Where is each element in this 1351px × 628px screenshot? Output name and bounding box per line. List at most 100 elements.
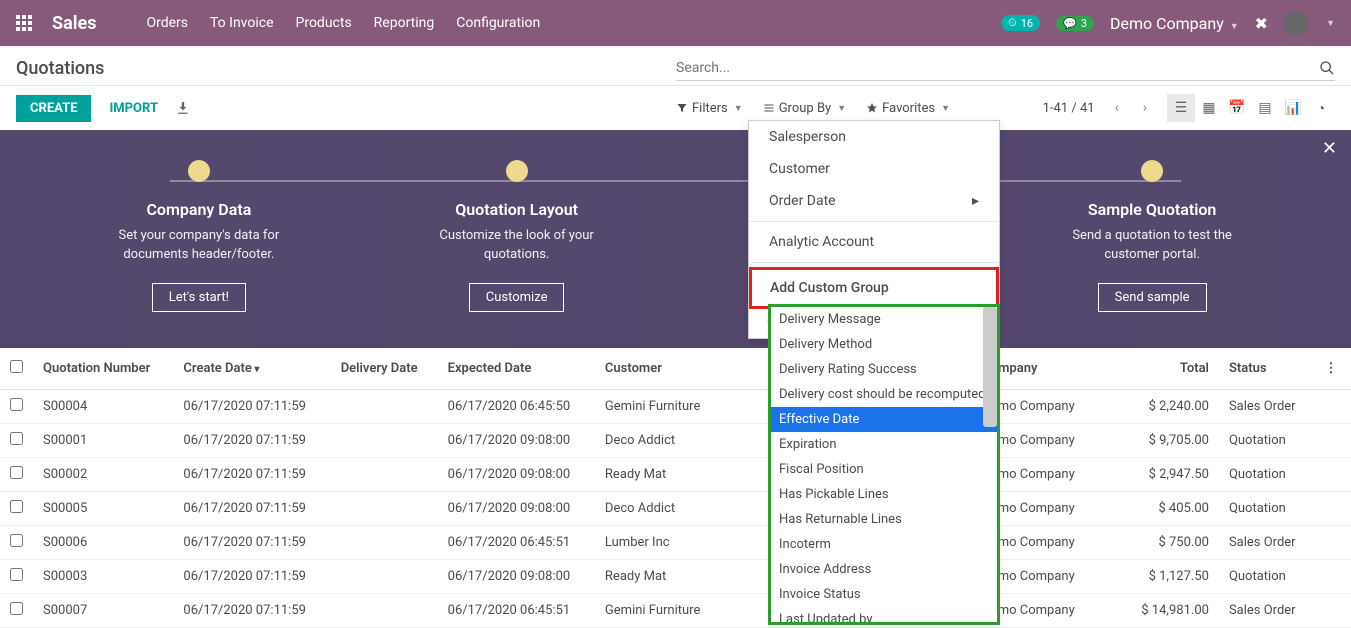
cell-number: S00002 — [33, 457, 173, 491]
chat-badge[interactable]: 💬 3 — [1056, 16, 1094, 31]
table-row[interactable]: S0000306/17/2020 07:11:5906/17/2020 09:0… — [0, 559, 1351, 593]
send-sample-button[interactable]: Send sample — [1098, 283, 1207, 312]
suggest-item[interactable]: Last Updated by — [771, 607, 997, 625]
pager-text[interactable]: 1-41 / 41 — [1043, 101, 1095, 116]
header-options[interactable]: ⋮ — [1315, 348, 1351, 390]
row-checkbox[interactable] — [10, 398, 23, 411]
cell-create: 06/17/2020 07:11:59 — [173, 389, 330, 423]
cell-total: $ 1,127.50 — [1122, 559, 1219, 593]
groupby-order-date[interactable]: Order Date ▸ — [749, 185, 999, 217]
groupby-menu[interactable]: Group By▼ — [763, 101, 846, 116]
select-all-checkbox[interactable] — [10, 360, 23, 373]
lets-start-button[interactable]: Let's start! — [152, 283, 246, 312]
cell-total: $ 9,705.00 — [1122, 423, 1219, 457]
suggest-item[interactable]: Fiscal Position — [771, 457, 997, 482]
pager-next[interactable]: › — [1139, 100, 1151, 116]
suggest-item[interactable]: Invoice Address — [771, 557, 997, 582]
view-kanban-icon[interactable]: ▦ — [1195, 94, 1223, 122]
apps-icon[interactable] — [16, 15, 32, 31]
chat-count: 3 — [1081, 17, 1087, 30]
suggest-item[interactable]: Delivery Method — [771, 332, 997, 357]
suggest-item[interactable]: Has Returnable Lines — [771, 507, 997, 532]
header-expected-date[interactable]: Expected Date — [438, 348, 595, 390]
cell-delivery — [331, 423, 438, 457]
cell-create: 06/17/2020 07:11:59 — [173, 457, 330, 491]
groupby-salesperson[interactable]: Salesperson — [749, 121, 999, 153]
table-row[interactable]: S0000106/17/2020 07:11:5906/17/2020 09:0… — [0, 423, 1351, 457]
pager-prev[interactable]: ‹ — [1111, 100, 1123, 116]
company-switcher[interactable]: Demo Company ▼ — [1110, 14, 1239, 33]
app-brand[interactable]: Sales — [52, 13, 96, 34]
cell-customer: Gemini Furniture — [595, 593, 722, 627]
suggest-item[interactable]: Delivery Message — [771, 307, 997, 332]
view-pivot-icon[interactable]: ▤ — [1251, 94, 1279, 122]
header-delivery-date[interactable]: Delivery Date — [331, 348, 438, 390]
suggest-item[interactable]: Incoterm — [771, 532, 997, 557]
view-calendar-icon[interactable]: 📅 — [1223, 94, 1251, 122]
user-avatar[interactable] — [1284, 11, 1308, 35]
suggest-item[interactable]: Delivery cost should be recomputed — [771, 382, 997, 407]
cell-status: Sales Order — [1219, 525, 1315, 559]
table-row[interactable]: S0000606/17/2020 07:11:5906/17/2020 06:4… — [0, 525, 1351, 559]
row-checkbox[interactable] — [10, 432, 23, 445]
groupby-order-date-label: Order Date — [769, 193, 836, 209]
cell-customer: Ready Mat — [595, 559, 722, 593]
cell-number: S00001 — [33, 423, 173, 457]
table-row[interactable]: S0000206/17/2020 07:11:5906/17/2020 09:0… — [0, 457, 1351, 491]
cell-status: Quotation — [1219, 559, 1315, 593]
table-row[interactable]: S0000706/17/2020 07:11:5906/17/2020 06:4… — [0, 593, 1351, 627]
add-custom-group[interactable]: Add Custom Group — [749, 267, 999, 309]
view-list-icon[interactable]: ☰ — [1167, 94, 1195, 122]
cell-number: S00007 — [33, 593, 173, 627]
cell-customer: Deco Addict — [595, 423, 722, 457]
filters-menu[interactable]: Filters▼ — [676, 101, 743, 116]
search-input[interactable] — [676, 56, 1319, 80]
cell-delivery — [331, 389, 438, 423]
activity-badge[interactable]: ⏲ 16 — [1001, 15, 1040, 31]
download-icon[interactable] — [176, 101, 190, 115]
suggest-item[interactable]: Delivery Rating Success — [771, 357, 997, 382]
nav-products[interactable]: Products — [296, 15, 352, 31]
header-number[interactable]: Quotation Number — [33, 348, 173, 390]
favorites-menu[interactable]: Favorites▼ — [866, 101, 950, 116]
row-checkbox[interactable] — [10, 534, 23, 547]
suggest-item[interactable]: Invoice Status — [771, 582, 997, 607]
suggest-item[interactable]: Effective Date — [771, 407, 997, 432]
step-quotation-layout: Quotation Layout Customize the look of y… — [358, 160, 676, 312]
table-row[interactable]: S0000406/17/2020 07:11:5906/17/2020 06:4… — [0, 389, 1351, 423]
search-icon[interactable] — [1319, 60, 1335, 76]
row-checkbox[interactable] — [10, 466, 23, 479]
header-customer[interactable]: Customer — [595, 348, 722, 390]
nav-configuration[interactable]: Configuration — [456, 15, 540, 31]
row-checkbox[interactable] — [10, 500, 23, 513]
row-checkbox[interactable] — [10, 568, 23, 581]
header-status[interactable]: Status — [1219, 348, 1315, 390]
header-create-date[interactable]: Create Date — [173, 348, 330, 390]
suggest-item[interactable]: Expiration — [771, 432, 997, 457]
user-menu-caret[interactable]: ▼ — [1326, 18, 1335, 29]
nav-orders[interactable]: Orders — [146, 15, 188, 31]
table-wrap: Quotation Number Create Date Delivery Da… — [0, 348, 1351, 628]
view-activity-icon[interactable]: ◔ — [1307, 94, 1335, 122]
table-row[interactable]: S0000506/17/2020 07:11:5906/17/2020 09:0… — [0, 491, 1351, 525]
nav-reporting[interactable]: Reporting — [374, 15, 435, 31]
pager-area: 1-41 / 41 ‹ › ☰ ▦ 📅 ▤ 📊 ◔ — [1043, 94, 1335, 122]
create-button[interactable]: CREATE — [16, 95, 91, 122]
customize-button[interactable]: Customize — [469, 283, 565, 312]
page-title: Quotations — [16, 58, 676, 79]
suggest-item[interactable]: Has Pickable Lines — [771, 482, 997, 507]
scrollbar-thumb[interactable] — [983, 307, 997, 427]
header-total[interactable]: Total — [1122, 348, 1219, 390]
row-checkbox[interactable] — [10, 602, 23, 615]
import-button[interactable]: IMPORT — [109, 101, 158, 116]
close-icon[interactable]: ✕ — [1322, 138, 1337, 159]
cell-create: 06/17/2020 07:11:59 — [173, 593, 330, 627]
debug-icon[interactable]: ✖ — [1255, 14, 1268, 33]
nav-to-invoice[interactable]: To Invoice — [210, 15, 274, 31]
cell-status: Quotation — [1219, 423, 1315, 457]
cell-customer: Gemini Furniture — [595, 389, 722, 423]
groupby-customer[interactable]: Customer — [749, 153, 999, 185]
view-graph-icon[interactable]: 📊 — [1279, 94, 1307, 122]
chevron-right-icon: ▸ — [972, 193, 979, 209]
groupby-analytic-account[interactable]: Analytic Account — [749, 226, 999, 258]
